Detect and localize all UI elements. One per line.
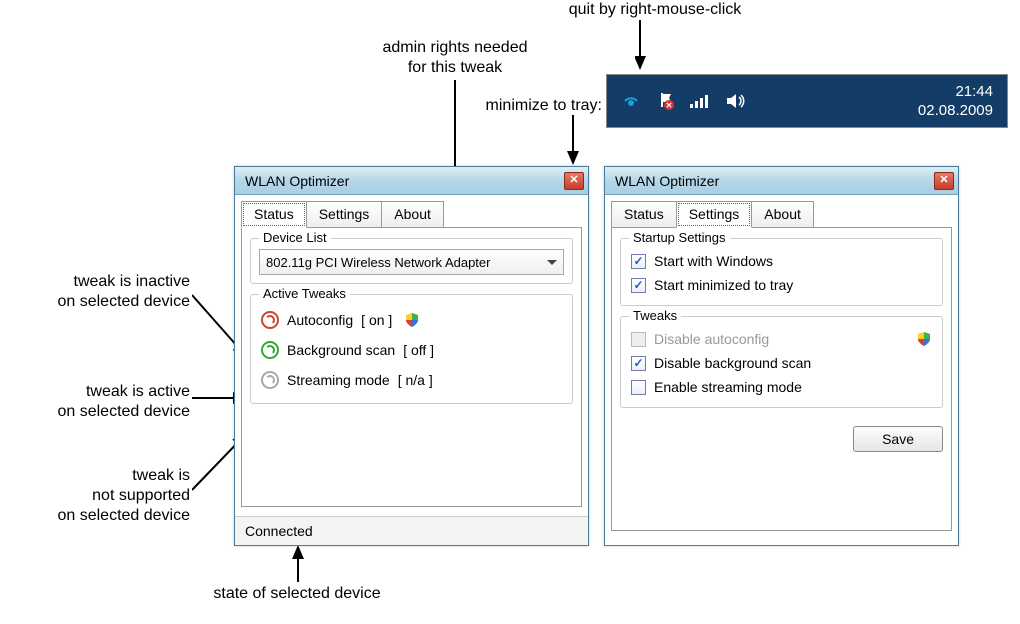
tab-status[interactable]: Status (611, 201, 677, 227)
tweak-name: Autoconfig (287, 312, 353, 328)
checkbox-start-windows[interactable] (631, 254, 646, 269)
tab-about[interactable]: About (751, 201, 814, 227)
tab-status[interactable]: Status (241, 201, 307, 228)
checkbox-label: Disable autoconfig (654, 331, 769, 347)
tray-date: 02.08.2009 (918, 101, 993, 121)
flag-notification-icon[interactable]: ✕ (655, 91, 675, 111)
tweak-state: [ off ] (403, 342, 434, 358)
close-button[interactable]: ✕ (564, 172, 584, 190)
arrow-state (288, 542, 308, 587)
wlan-tray-icon[interactable] (621, 91, 641, 111)
annotation-inactive: tweak is inactive on selected device (10, 272, 190, 312)
arrow-minimize (563, 115, 583, 170)
tab-bar: Status Settings About (241, 201, 582, 227)
startup-settings-group: Startup Settings Start with Windows Star… (620, 238, 943, 306)
annotation-unsupported: tweak is not supported on selected devic… (10, 466, 190, 526)
tweak-state: [ n/a ] (398, 372, 433, 388)
status-bar: Connected (235, 516, 588, 545)
annotation-admin: admin rights needed for this tweak (355, 38, 555, 78)
titlebar[interactable]: WLAN Optimizer ✕ (605, 167, 958, 195)
tweak-disable-autoconfig-row: Disable autoconfig (629, 327, 934, 351)
tweak-bgscan: Background scan [ off ] (259, 335, 564, 365)
startup-tray-row: Start minimized to tray (629, 273, 934, 297)
startup-legend: Startup Settings (629, 230, 730, 245)
network-signal-icon[interactable] (689, 91, 711, 111)
uac-shield-icon (404, 312, 420, 328)
tweak-name: Streaming mode (287, 372, 390, 388)
tweaks-settings-group: Tweaks Disable autoconfig Disable backgr… (620, 316, 943, 408)
annotation-quit: quit by right-mouse-click (530, 0, 780, 20)
volume-icon[interactable] (725, 91, 747, 111)
checkbox-label: Start with Windows (654, 253, 773, 269)
tab-settings[interactable]: Settings (306, 201, 383, 227)
tweak-enable-streaming-row: Enable streaming mode (629, 375, 934, 399)
active-tweaks-group: Active Tweaks Autoconfig [ on ] Backgrou… (250, 294, 573, 404)
annotation-active: tweak is active on selected device (10, 382, 190, 422)
checkbox-label: Start minimized to tray (654, 277, 793, 293)
tweak-disable-bgscan-row: Disable background scan (629, 351, 934, 375)
window-title: WLAN Optimizer (245, 173, 349, 189)
window-status: WLAN Optimizer ✕ Status Settings About D… (234, 166, 589, 546)
device-list-legend: Device List (259, 230, 331, 245)
device-selected: 802.11g PCI Wireless Network Adapter (266, 255, 490, 270)
tweaks-legend: Tweaks (629, 308, 681, 323)
active-tweaks-legend: Active Tweaks (259, 286, 350, 301)
annotation-state: state of selected device (182, 584, 412, 604)
checkbox-disable-bgscan[interactable] (631, 356, 646, 371)
connection-status: Connected (245, 523, 313, 539)
save-button[interactable]: Save (853, 426, 943, 452)
system-tray: ✕ 21:44 02.08.2009 (606, 74, 1008, 128)
device-dropdown[interactable]: 802.11g PCI Wireless Network Adapter (259, 249, 564, 275)
tweak-state: [ on ] (361, 312, 392, 328)
window-title: WLAN Optimizer (615, 173, 719, 189)
startup-windows-row: Start with Windows (629, 249, 934, 273)
wifi-grey-icon (261, 371, 279, 389)
window-settings: WLAN Optimizer ✕ Status Settings About S… (604, 166, 959, 546)
wifi-red-icon (261, 311, 279, 329)
checkbox-enable-streaming[interactable] (631, 380, 646, 395)
tab-settings[interactable]: Settings (676, 201, 753, 228)
tab-about[interactable]: About (381, 201, 444, 227)
annotation-minimize: minimize to tray: (452, 96, 602, 116)
arrow-quit (635, 20, 665, 75)
checkbox-start-tray[interactable] (631, 278, 646, 293)
chevron-down-icon (547, 260, 557, 265)
checkbox-label: Enable streaming mode (654, 379, 802, 395)
tweak-streaming: Streaming mode [ n/a ] (259, 365, 564, 395)
tray-clock[interactable]: 21:44 02.08.2009 (918, 82, 1007, 121)
tweak-autoconfig: Autoconfig [ on ] (259, 305, 564, 335)
checkbox-disable-autoconfig (631, 332, 646, 347)
checkbox-label: Disable background scan (654, 355, 811, 371)
device-list-group: Device List 802.11g PCI Wireless Network… (250, 238, 573, 284)
tab-bar: Status Settings About (611, 201, 952, 227)
svg-text:✕: ✕ (666, 101, 673, 110)
titlebar[interactable]: WLAN Optimizer ✕ (235, 167, 588, 195)
close-button[interactable]: ✕ (934, 172, 954, 190)
wifi-green-icon (261, 341, 279, 359)
tweak-name: Background scan (287, 342, 395, 358)
uac-shield-icon (916, 331, 932, 347)
tray-time: 21:44 (918, 82, 993, 102)
